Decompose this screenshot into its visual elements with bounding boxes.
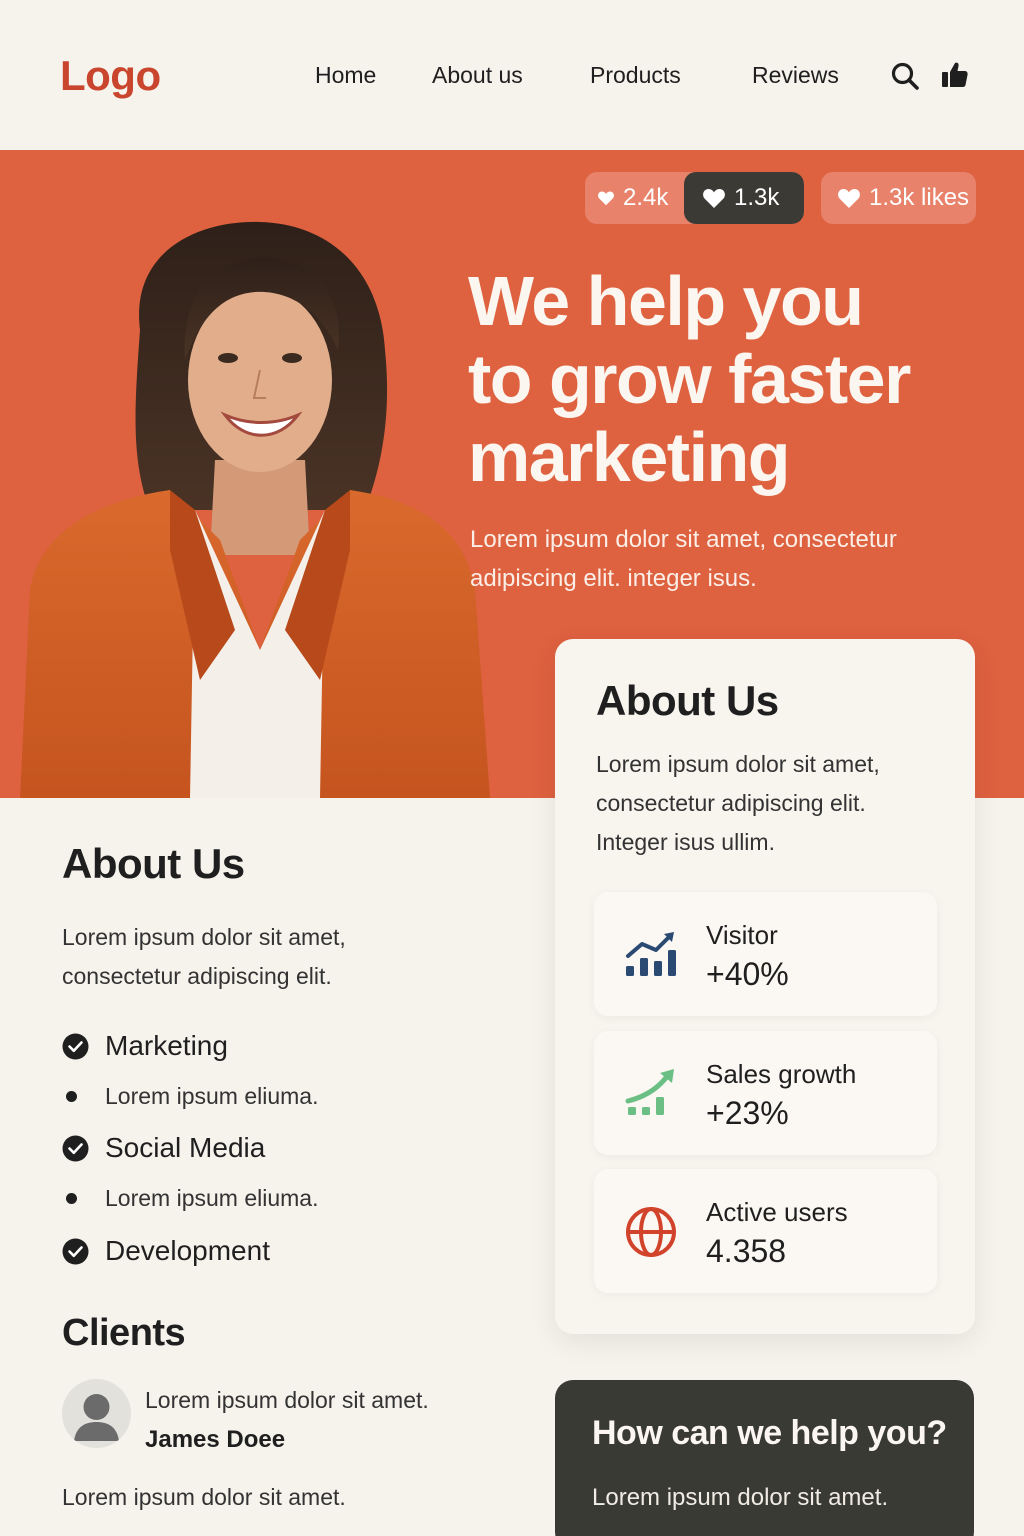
service-detail: Lorem ipsum eliuma. <box>66 1183 318 1213</box>
nav-home[interactable]: Home <box>315 62 376 89</box>
service-label: Development <box>105 1235 270 1266</box>
service-label: Social Media <box>105 1132 266 1163</box>
bar-chart-trend-icon <box>626 932 676 976</box>
client-name: James Doee <box>145 1426 286 1453</box>
bullet-dot <box>66 1090 77 1102</box>
thumbs-up-icon[interactable] <box>940 60 970 90</box>
stat-label: Visitor <box>706 920 778 950</box>
service-label: Marketing <box>105 1030 228 1061</box>
about-text: Lorem ipsum dolor sit amet, consectetur … <box>62 924 346 989</box>
hero-title: We help you to grow faster marketing <box>468 262 1008 496</box>
like-count-pill[interactable]: 2.4k <box>597 172 687 224</box>
hero-title-line: marketing <box>468 418 791 496</box>
stat-card-sales-growth[interactable]: Sales growth +23% <box>594 1031 937 1155</box>
hero-title-line: We help you <box>468 262 864 340</box>
heart-icon <box>838 189 860 208</box>
service-detail-text: Lorem ipsum eliuma. <box>105 1082 319 1109</box>
bullet-dot <box>66 1192 77 1204</box>
heart-count-value: 1.3k <box>734 184 780 211</box>
help-text: Lorem ipsum dolor sit amet. <box>592 1484 889 1511</box>
like-counter-group: 2.4k 1.3k <box>585 172 804 224</box>
search-icon[interactable] <box>890 61 920 91</box>
heart-count-pill[interactable]: 1.3k <box>684 172 804 224</box>
help-title: How can we help you? <box>592 1414 947 1452</box>
check-circle-icon <box>62 1033 89 1059</box>
like-count-value: 2.4k <box>623 184 669 211</box>
stat-value: +40% <box>706 956 789 992</box>
reaction-pills: 2.4k 1.3k 1.3k likes <box>585 172 980 224</box>
growth-arrow-icon <box>625 1069 674 1115</box>
nav-products[interactable]: Products <box>590 62 681 89</box>
nav-about-us[interactable]: About us <box>432 62 523 89</box>
main-nav: Home About us Products Reviews <box>0 62 1024 92</box>
heart-icon <box>703 189 725 208</box>
stat-label: Sales growth <box>706 1059 857 1089</box>
about-card-text: Lorem ipsum dolor sit amet, consectetur … <box>596 751 880 855</box>
check-circle-icon <box>62 1135 89 1161</box>
stat-value: 4.358 <box>706 1233 787 1269</box>
clients-footer-text: Lorem ipsum dolor sit amet. <box>62 1484 346 1510</box>
service-detail: Lorem ipsum eliuma. <box>66 1081 318 1111</box>
hero-subtitle: Lorem ipsum dolor sit amet, consectetur … <box>470 526 897 592</box>
portrait-image <box>20 221 490 798</box>
about-section: About Us Lorem ipsum dolor sit amet, con… <box>62 840 522 996</box>
likes-value: 1.3k likes <box>869 184 970 211</box>
stat-card-visitor[interactable]: Visitor +40% <box>594 892 937 1016</box>
avatar <box>62 1379 131 1448</box>
service-item-social-media: Social Media <box>62 1130 265 1166</box>
service-detail-text: Lorem ipsum eliuma. <box>105 1184 319 1211</box>
service-item-marketing: Marketing <box>62 1028 228 1064</box>
about-card: About Us Lorem ipsum dolor sit amet, con… <box>555 639 975 1334</box>
check-circle-icon <box>62 1238 89 1264</box>
likes-pill[interactable]: 1.3k likes <box>821 172 976 224</box>
about-card-title: About Us <box>596 677 779 724</box>
stat-label: Active users <box>706 1197 848 1227</box>
site-header: Logo Home About us Products Reviews <box>0 0 1024 150</box>
help-card[interactable]: How can we help you? Lorem ipsum dolor s… <box>555 1380 974 1536</box>
user-icon <box>74 1394 119 1441</box>
heart-icon <box>598 191 614 206</box>
hero-title-line: to grow faster <box>468 340 911 418</box>
stat-card-active-users[interactable]: Active users 4.358 <box>594 1169 937 1293</box>
service-item-development: Development <box>62 1233 270 1269</box>
clients-title: Clients <box>62 1312 186 1354</box>
globe-icon <box>626 1207 676 1257</box>
nav-reviews[interactable]: Reviews <box>752 62 839 89</box>
stat-value: +23% <box>706 1095 789 1131</box>
about-title: About Us <box>62 840 245 887</box>
client-quote: Lorem ipsum dolor sit amet. <box>145 1387 429 1413</box>
